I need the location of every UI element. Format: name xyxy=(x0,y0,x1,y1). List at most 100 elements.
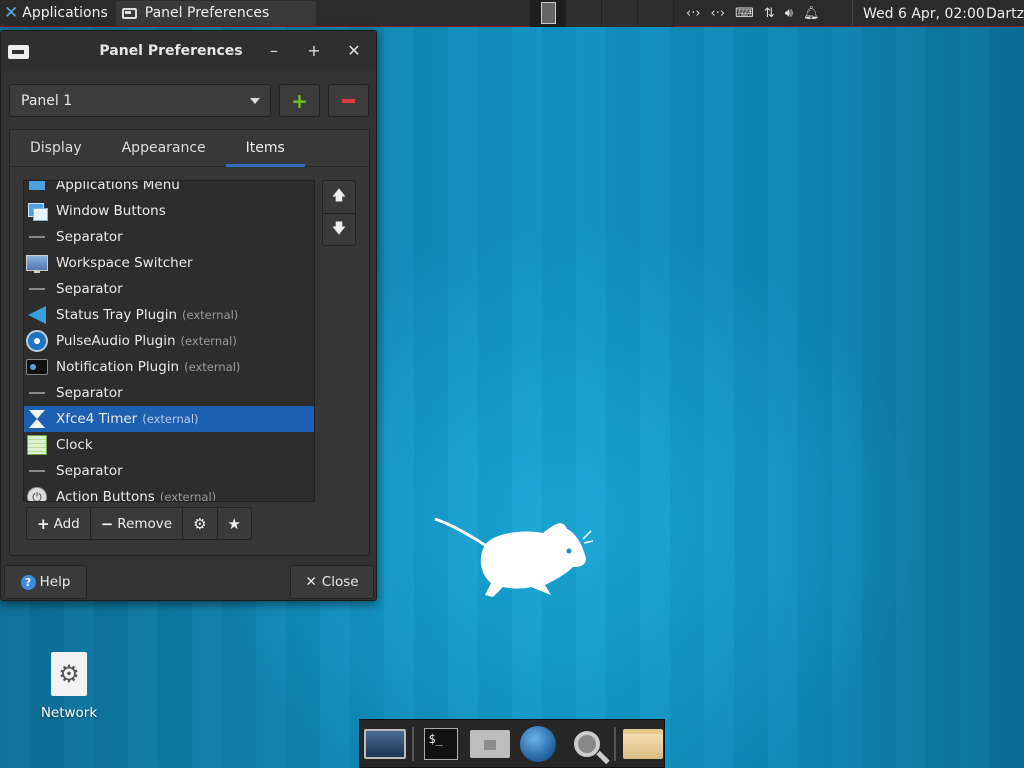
separator-icon xyxy=(26,227,48,247)
user-menu[interactable]: Dartz xyxy=(986,0,1024,27)
tab-display[interactable]: Display xyxy=(10,130,102,166)
dock-file-manager[interactable] xyxy=(622,724,664,764)
item-properties-button[interactable]: ⚙ xyxy=(183,508,218,539)
gear-icon: ⚙ xyxy=(193,514,207,533)
preferences-notebook: Display Appearance Items Applications Me… xyxy=(9,129,370,556)
remove-item-button[interactable]: − Remove xyxy=(91,508,184,539)
move-down-button[interactable]: 🡇 xyxy=(323,213,355,245)
status-tray-icon xyxy=(26,305,48,325)
power-icon xyxy=(26,487,48,501)
list-item-label: Separator xyxy=(56,281,123,297)
show-desktop-icon xyxy=(364,728,407,759)
help-icon: ? xyxy=(20,574,36,590)
list-item[interactable]: Separator xyxy=(24,224,314,250)
add-panel-button[interactable]: + xyxy=(279,84,320,117)
workspace-2[interactable] xyxy=(566,0,602,27)
list-item[interactable]: Action Buttons (external) xyxy=(24,484,314,502)
dock-app-finder[interactable] xyxy=(565,724,607,764)
external-tag: (external) xyxy=(142,412,199,426)
keyboard-icon[interactable]: ⌨ xyxy=(735,6,754,21)
network-transfer-icon[interactable]: ⇅ xyxy=(764,6,775,21)
volume-icon[interactable]: 🔊︎ xyxy=(785,6,793,21)
help-button[interactable]: ? Help xyxy=(4,565,87,599)
remove-panel-button[interactable] xyxy=(328,84,369,117)
home-folder-icon xyxy=(469,729,510,758)
list-item[interactable]: Applications Menu xyxy=(24,180,314,198)
star-icon: ★ xyxy=(227,514,241,533)
dock-show-desktop[interactable] xyxy=(364,724,407,764)
close-label: Close xyxy=(321,574,359,590)
tab-bar: Display Appearance Items xyxy=(10,130,369,167)
pulseaudio-icon xyxy=(26,331,48,351)
list-item[interactable]: PulseAudio Plugin (external) xyxy=(24,328,314,354)
minimize-button[interactable]: – xyxy=(264,41,284,61)
top-panel: ✕ Applications Panel Preferences ‹·› ‹·›… xyxy=(0,0,1024,27)
list-item[interactable]: Workspace Switcher xyxy=(24,250,314,276)
folder-icon xyxy=(622,728,663,759)
list-item-label: Workspace Switcher xyxy=(56,255,193,271)
tab-appearance[interactable]: Appearance xyxy=(102,130,226,166)
clock-icon xyxy=(26,435,48,455)
close-button[interactable]: ✕ Close xyxy=(290,565,374,599)
add-item-button[interactable]: + Add xyxy=(27,508,91,539)
dialog-title: Panel Preferences xyxy=(99,43,243,59)
xfce-mouse-logo xyxy=(434,517,593,597)
desktop-icon-network[interactable]: ⚙ Network xyxy=(28,652,110,721)
network-connection-icon[interactable]: ‹·› xyxy=(686,6,701,21)
move-buttons: 🡅 🡇 xyxy=(322,180,356,246)
list-item[interactable]: Separator xyxy=(24,276,314,302)
workspace-switcher-icon xyxy=(26,253,48,273)
list-item-label: Applications Menu xyxy=(56,180,180,193)
list-item[interactable]: Xfce4 Timer (external) xyxy=(24,406,314,432)
xfce-logo-icon: ✕ xyxy=(4,3,19,23)
workspace-4[interactable] xyxy=(638,0,674,27)
window-buttons-icon xyxy=(26,201,48,221)
list-item[interactable]: Separator xyxy=(24,380,314,406)
list-item-label: Xfce4 Timer xyxy=(56,411,138,427)
clock[interactable]: Wed 6 Apr, 02:00 xyxy=(852,0,985,27)
network-connection-icon-2[interactable]: ‹·› xyxy=(711,6,726,21)
applications-menu-button[interactable]: ✕ Applications xyxy=(0,0,112,26)
panel-select-value: Panel 1 xyxy=(21,92,73,109)
tab-items[interactable]: Items xyxy=(225,130,306,167)
panel-select[interactable]: Panel 1 xyxy=(9,84,271,117)
network-settings-icon: ⚙ xyxy=(51,652,87,696)
list-item[interactable]: Status Tray Plugin (external) xyxy=(24,302,314,328)
minus-icon: − xyxy=(100,514,114,533)
panel-preferences-dialog: Panel Preferences – + ✕ Panel 1 + Displa… xyxy=(0,30,377,601)
item-about-button[interactable]: ★ xyxy=(218,508,251,539)
external-tag: (external) xyxy=(184,360,241,374)
list-item-label: Clock xyxy=(56,437,93,453)
dock-terminal[interactable]: $_ xyxy=(420,724,462,764)
close-window-button[interactable]: ✕ xyxy=(344,41,364,61)
list-item[interactable]: Notification Plugin (external) xyxy=(24,354,314,380)
list-item-label: PulseAudio Plugin xyxy=(56,333,176,349)
list-item[interactable]: Window Buttons xyxy=(24,198,314,224)
workspace-3[interactable] xyxy=(602,0,638,27)
dock-web-browser[interactable] xyxy=(517,724,559,764)
separator-icon xyxy=(26,461,48,481)
help-label: Help xyxy=(39,574,71,590)
search-icon xyxy=(573,730,600,757)
external-tag: (external) xyxy=(182,308,239,322)
dock-separator xyxy=(412,726,415,761)
dock-home[interactable] xyxy=(469,724,511,764)
items-list[interactable]: Applications Menu Window Buttons Separator… xyxy=(23,180,315,502)
terminal-icon: $_ xyxy=(424,727,459,760)
plus-icon: + xyxy=(291,88,308,113)
list-item-label: Status Tray Plugin xyxy=(56,307,177,323)
notification-bell-icon[interactable]: 🔔︎ xyxy=(803,6,820,21)
panel-preferences-icon xyxy=(121,7,137,19)
taskbar-button-panel-preferences[interactable]: Panel Preferences xyxy=(115,0,316,26)
workspace-1[interactable] xyxy=(530,0,566,27)
applications-menu-icon xyxy=(26,181,48,195)
dialog-titlebar[interactable]: Panel Preferences – + ✕ xyxy=(1,31,376,71)
list-item[interactable]: Separator xyxy=(24,458,314,484)
maximize-button[interactable]: + xyxy=(304,41,324,61)
list-item[interactable]: Clock xyxy=(24,432,314,458)
list-item-label: Window Buttons xyxy=(56,203,166,219)
chevron-down-icon xyxy=(250,97,260,104)
external-tag: (external) xyxy=(159,490,217,502)
arrow-down-icon: 🡇 xyxy=(331,220,347,237)
move-up-button[interactable]: 🡅 xyxy=(323,181,355,213)
